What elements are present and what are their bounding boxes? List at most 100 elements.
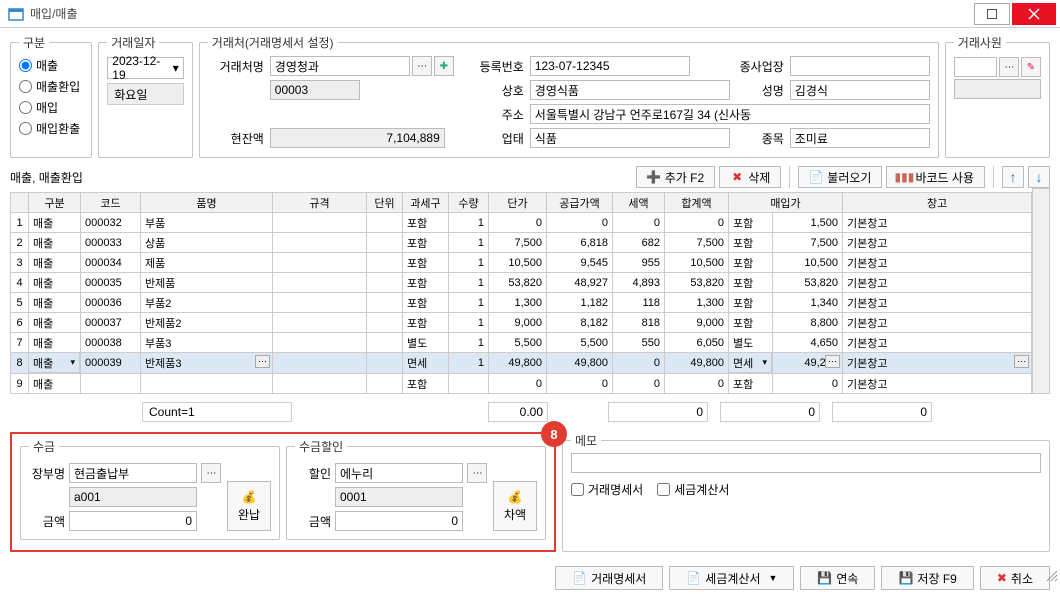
col-pprice[interactable]: 매입가: [729, 193, 843, 213]
col-qty[interactable]: 수량: [449, 193, 489, 213]
close-button[interactable]: [1012, 3, 1056, 25]
biztype-input[interactable]: [530, 128, 730, 148]
dropdown-caret-icon: ▼: [769, 573, 778, 583]
disc-amount-input[interactable]: [335, 511, 463, 531]
sum-vat: 0: [720, 402, 820, 422]
corp-input[interactable]: [530, 80, 730, 100]
col-wh[interactable]: 창고: [843, 193, 1032, 213]
table-row[interactable]: 4매출000035반제품포함153,82048,9274,89353,820포함…: [11, 273, 1032, 293]
table-row[interactable]: 2매출000033상품포함17,5006,8186827,500포함7,500기…: [11, 233, 1032, 253]
pay-full-button[interactable]: 💰 완납: [227, 481, 271, 531]
collect-amount-label: 금액: [29, 513, 65, 530]
statement-button[interactable]: 📄거래명세서: [555, 566, 663, 590]
biz-input[interactable]: [790, 56, 930, 76]
radio-sale[interactable]: 매출: [19, 57, 83, 74]
table-row[interactable]: 1매출000032부품포함10000포함1,500기본창고: [11, 213, 1032, 233]
data-grid[interactable]: 구분 코드 품명 규격 단위 과세구 수량 단가 공급가액 세액 합계액 매입가…: [10, 192, 1032, 394]
staff-clear-button[interactable]: ✎: [1021, 57, 1041, 77]
partner-name-input[interactable]: [270, 56, 410, 76]
import-button[interactable]: 📄불러오기: [798, 166, 882, 188]
staff-legend: 거래사원: [954, 34, 1006, 51]
move-up-button[interactable]: ↑: [1002, 166, 1024, 188]
grid-label: 매출, 매출환입: [10, 169, 83, 186]
ceo-input[interactable]: [790, 80, 930, 100]
table-row[interactable]: 9매출포함0000포함0기본창고: [11, 374, 1032, 394]
balance-value: [270, 128, 445, 148]
delete-icon: ✖: [730, 170, 744, 184]
kind-input[interactable]: [790, 128, 930, 148]
disc-label: 할인: [295, 465, 331, 482]
type-legend: 구분: [19, 34, 49, 51]
tax-invoice-button[interactable]: 📄세금계산서▼: [669, 566, 794, 590]
radio-purchase-return[interactable]: 매입환출: [19, 120, 83, 137]
vertical-scrollbar[interactable]: [1032, 188, 1050, 394]
partner-lookup-button[interactable]: ⋯: [412, 56, 432, 76]
radio-purchase[interactable]: 매입: [19, 99, 83, 116]
book-code: [69, 487, 197, 507]
table-row[interactable]: 5매출000036부품2포함11,3001,1821181,300포함1,340…: [11, 293, 1032, 313]
discount-legend: 수금할인: [295, 438, 347, 455]
col-no: [11, 193, 29, 213]
disc-amount-label: 금액: [295, 513, 331, 530]
col-supply[interactable]: 공급가액: [547, 193, 613, 213]
diff-button[interactable]: 💰 차액: [493, 481, 537, 531]
col-gubun[interactable]: 구분: [29, 193, 81, 213]
save-button[interactable]: 💾저장 F9: [881, 566, 973, 590]
resize-grip[interactable]: [1044, 568, 1058, 582]
add-row-button[interactable]: ➕추가 F2: [636, 166, 715, 188]
table-row[interactable]: 8매출▾000039반제품3⋯면세149,80049,800049,800면세▾…: [11, 353, 1032, 374]
continue-button[interactable]: 💾연속: [800, 566, 875, 590]
stmt-icon: 📄: [572, 571, 587, 585]
count-display: Count=1: [142, 402, 292, 422]
table-row[interactable]: 6매출000037반제품2포함19,0008,1828189,000포함8,80…: [11, 313, 1032, 333]
table-row[interactable]: 7매출000038부품3별도15,5005,5005506,050별도4,650…: [11, 333, 1032, 353]
collect-fieldset: 수금 장부명 ⋯ 금액: [20, 438, 280, 540]
import-icon: 📄: [809, 170, 823, 184]
staff-input[interactable]: [954, 57, 997, 77]
col-spec[interactable]: 규격: [273, 193, 367, 213]
regno-input[interactable]: [530, 56, 690, 76]
biz-label: 종사업장: [732, 58, 788, 75]
partner-fieldset: 거래처(거래명세서 설정) 거래처명 ⋯ ✚ 등록번호 종사업장 상호 성명 주…: [199, 34, 939, 158]
date-picker[interactable]: 2023-12-19 ▾: [107, 57, 184, 79]
ceo-label: 성명: [732, 82, 788, 99]
col-name[interactable]: 품명: [141, 193, 273, 213]
col-vat[interactable]: 세액: [613, 193, 665, 213]
book-lookup-button[interactable]: ⋯: [201, 463, 221, 483]
partner-add-button[interactable]: ✚: [434, 56, 454, 76]
col-tax[interactable]: 과세구: [403, 193, 449, 213]
window-title: 매입/매출: [30, 5, 972, 22]
book-input[interactable]: [69, 463, 197, 483]
col-price[interactable]: 단가: [489, 193, 547, 213]
staff-lookup-button[interactable]: ⋯: [999, 57, 1019, 77]
chk-statement[interactable]: 거래명세서: [571, 481, 643, 498]
partner-name-label: 거래처명: [208, 58, 268, 75]
barcode-icon: ▮▮▮: [897, 170, 911, 184]
discount-fieldset: 수금할인 할인 ⋯ 금액: [286, 438, 546, 540]
memo-legend: 메모: [571, 432, 601, 449]
delete-row-button[interactable]: ✖삭제: [719, 166, 781, 188]
sum-total: 0: [832, 402, 932, 422]
disc-input[interactable]: [335, 463, 463, 483]
chk-tax-invoice[interactable]: 세금계산서: [657, 481, 729, 498]
addr-input[interactable]: [530, 104, 930, 124]
memo-input[interactable]: [571, 453, 1041, 473]
cancel-icon: ✖: [997, 571, 1007, 585]
kind-label: 종목: [732, 130, 788, 147]
arrow-up-icon: ↑: [1010, 169, 1017, 185]
col-unit[interactable]: 단위: [367, 193, 403, 213]
col-total[interactable]: 합계액: [665, 193, 729, 213]
disc-code: [335, 487, 463, 507]
col-code[interactable]: 코드: [81, 193, 141, 213]
move-down-button[interactable]: ↓: [1028, 166, 1050, 188]
memo-fieldset: 메모 거래명세서 세금계산서: [562, 432, 1050, 552]
cancel-button[interactable]: ✖취소: [980, 566, 1050, 590]
partner-code: [270, 80, 360, 100]
radio-sale-return[interactable]: 매출환입: [19, 78, 83, 95]
collect-amount-input[interactable]: [69, 511, 197, 531]
balance-label: 현잔액: [208, 130, 268, 147]
table-row[interactable]: 3매출000034제품포함110,5009,54595510,500포함10,5…: [11, 253, 1032, 273]
barcode-button[interactable]: ▮▮▮바코드 사용: [886, 166, 985, 188]
disc-lookup-button[interactable]: ⋯: [467, 463, 487, 483]
maximize-button[interactable]: [974, 3, 1010, 25]
